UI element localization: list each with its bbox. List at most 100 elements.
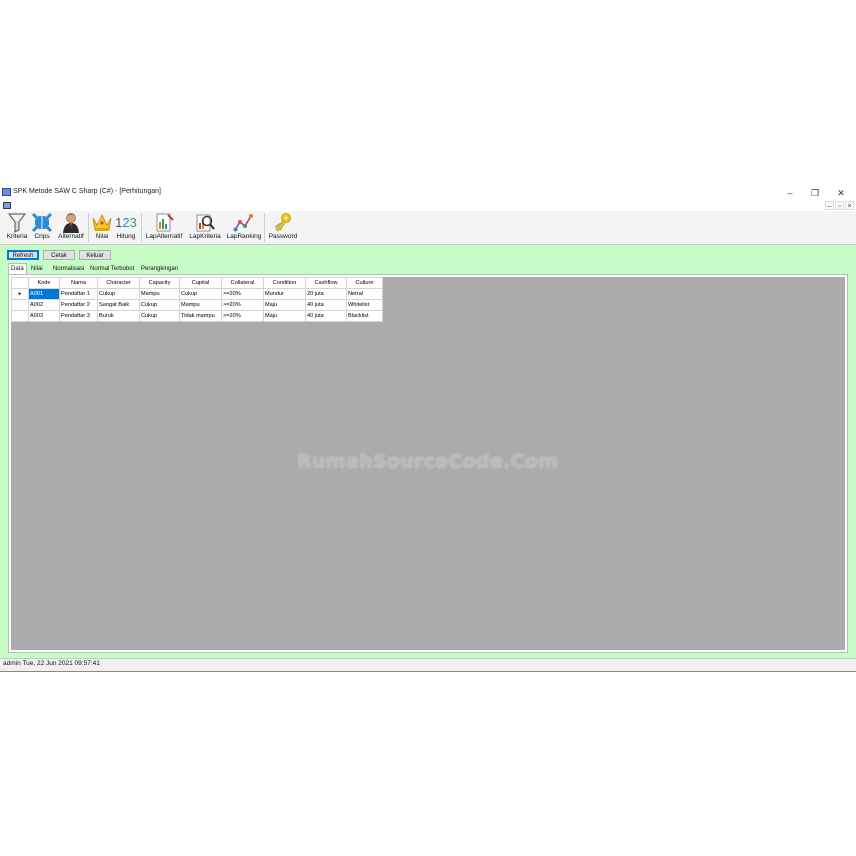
main-area: Refresh Cetak Keluar Data Nilai Normalis…	[0, 245, 856, 658]
grid-cell[interactable]: Cukup	[97, 288, 140, 300]
grid-cell[interactable]: Whitelist	[346, 299, 383, 311]
toolbar-label: Hitung	[116, 233, 136, 240]
toolbar: Kriteria Crips Alternatif Nilai 123 Hitu…	[0, 211, 856, 245]
grid-cell[interactable]: A001	[28, 288, 60, 300]
chart-icon	[233, 214, 253, 232]
column-header[interactable]: Collateral	[221, 277, 264, 289]
grid-cell[interactable]: Sangat Baik	[97, 299, 140, 311]
toolbar-separator	[141, 213, 142, 242]
grid-cell[interactable]: Cukup	[179, 288, 222, 300]
grid-cell[interactable]: 20 juta	[305, 288, 347, 300]
grid-cell[interactable]: >=20%	[221, 299, 264, 311]
grid-cell[interactable]: Maju	[263, 310, 306, 322]
table-row[interactable]: ▸ A001 Pendaftar 1 Cukup Mampu Cukup >=2…	[11, 288, 383, 300]
child-restore-button[interactable]: ▫	[835, 201, 844, 210]
toolbar-separator	[88, 213, 89, 242]
toolbar-kriteria-button[interactable]: Kriteria	[4, 212, 30, 243]
status-bar: admin Tue, 22 Jun 2021 09:57:41	[0, 658, 856, 672]
app-icon	[2, 188, 11, 196]
window-title: SPK Metode SAW C Sharp (C#) - [Perhitung…	[13, 188, 161, 195]
grid-cell[interactable]: Tidak mampu	[179, 310, 222, 322]
toolbar-alternatif-button[interactable]: Alternatif	[55, 212, 87, 243]
toolbar-separator	[264, 213, 265, 242]
table-row[interactable]: A003 Pendaftar 3 Buruk Cukup Tidak mampu…	[11, 310, 383, 322]
grid-cell[interactable]: Netral	[346, 288, 383, 300]
toolbar-label: Kriteria	[6, 233, 28, 240]
person-icon	[63, 213, 79, 233]
toolbar-label: Password	[268, 233, 298, 240]
toolbar-crips-button[interactable]: Crips	[31, 212, 53, 243]
toolbar-label: Nilai	[95, 233, 109, 240]
toolbar-label: LapAlternatif	[145, 233, 183, 240]
grid-cell[interactable]: Mampu	[179, 299, 222, 311]
toolbar-lapalternatif-button[interactable]: LapAlternatif	[143, 212, 185, 243]
current-row-indicator[interactable]: ▸	[11, 288, 29, 300]
toolbar-label: Alternatif	[58, 233, 84, 240]
watermark: RumahSourceCode.Com	[297, 451, 559, 473]
toolbar-label: LapRanking	[226, 233, 262, 240]
column-header[interactable]: Capital	[179, 277, 222, 289]
grid-cell[interactable]: Mampu	[139, 288, 180, 300]
column-header[interactable]: Kode	[28, 277, 60, 289]
tab-normalisasi[interactable]: Normalisasi	[51, 264, 86, 274]
grid-cell[interactable]: Cukup	[139, 299, 180, 311]
numbers-icon: 123	[115, 215, 137, 230]
restore-button[interactable]: ❐	[805, 186, 825, 200]
grid-cell[interactable]: 40 juta	[305, 299, 347, 311]
toolbar-label: Crips	[34, 233, 50, 240]
grid-cell[interactable]: Pendaftar 3	[59, 310, 98, 322]
grid-cell[interactable]: Buruk	[97, 310, 140, 322]
row-header-corner	[11, 277, 29, 289]
row-header[interactable]	[11, 299, 29, 311]
child-window-icon[interactable]	[3, 202, 11, 209]
magnifier-report-icon	[196, 214, 215, 232]
keys-icon	[274, 213, 291, 232]
arrows-icon	[31, 212, 53, 233]
grid-cell[interactable]: >=20%	[221, 310, 264, 322]
column-header[interactable]: Cashflow	[305, 277, 347, 289]
toolbar-lapkriteria-button[interactable]: LapKriteria	[188, 212, 222, 243]
column-header[interactable]: Capacity	[139, 277, 180, 289]
child-close-button[interactable]: ×	[845, 201, 854, 210]
tab-perangkingan[interactable]: Perangkingan	[139, 264, 180, 274]
keluar-button[interactable]: Keluar	[79, 250, 111, 260]
child-minimize-button[interactable]: –	[825, 201, 834, 210]
grid-cell[interactable]: A002	[28, 299, 60, 311]
toolbar-hitung-button[interactable]: 123 Hitung	[114, 212, 138, 243]
crown-icon	[92, 214, 112, 231]
toolbar-label: LapKriteria	[189, 233, 221, 240]
grid-cell[interactable]: Maju	[263, 299, 306, 311]
refresh-button[interactable]: Refresh	[7, 250, 39, 260]
tab-panel: Kode Nama Character Capacity Capital Col…	[8, 274, 848, 653]
table-row[interactable]: A002 Pendaftar 2 Sangat Baik Cukup Mampu…	[11, 299, 383, 311]
grid-cell[interactable]: 40 juta	[305, 310, 347, 322]
toolbar-nilai-button[interactable]: Nilai	[90, 212, 114, 243]
toolbar-password-button[interactable]: Password	[268, 212, 298, 243]
minimize-button[interactable]: –	[780, 186, 800, 200]
data-grid-table: Kode Nama Character Capacity Capital Col…	[11, 277, 383, 322]
tab-nilai[interactable]: Nilai	[29, 264, 45, 274]
grid-cell[interactable]: A003	[28, 310, 60, 322]
title-bar: SPK Metode SAW C Sharp (C#) - [Perhitung…	[0, 184, 856, 201]
funnel-icon	[8, 213, 26, 233]
column-header[interactable]: Nama	[59, 277, 98, 289]
data-grid[interactable]: Kode Nama Character Capacity Capital Col…	[11, 277, 845, 650]
row-header[interactable]	[11, 310, 29, 322]
column-header[interactable]: Culture	[346, 277, 383, 289]
report-icon	[156, 213, 174, 232]
grid-cell[interactable]: Cukup	[139, 310, 180, 322]
toolbar-lapranking-button[interactable]: LapRanking	[226, 212, 262, 243]
grid-cell[interactable]: Mundur	[263, 288, 306, 300]
cetak-button[interactable]: Cetak	[43, 250, 75, 260]
column-header[interactable]: Character	[97, 277, 140, 289]
column-header[interactable]: Condition	[263, 277, 306, 289]
mdi-child-bar: – ▫ ×	[0, 201, 856, 211]
status-text: admin Tue, 22 Jun 2021 09:57:41	[3, 660, 100, 667]
close-button[interactable]: ✕	[831, 186, 851, 200]
grid-cell[interactable]: >=20%	[221, 288, 264, 300]
grid-cell[interactable]: Pendaftar 2	[59, 299, 98, 311]
grid-cell[interactable]: Pendaftar 1	[59, 288, 98, 300]
grid-cell[interactable]: Blacklist	[346, 310, 383, 322]
application-window: SPK Metode SAW C Sharp (C#) - [Perhitung…	[0, 184, 856, 672]
tab-normal-terbobot[interactable]: Normal Terbobot	[88, 264, 136, 274]
